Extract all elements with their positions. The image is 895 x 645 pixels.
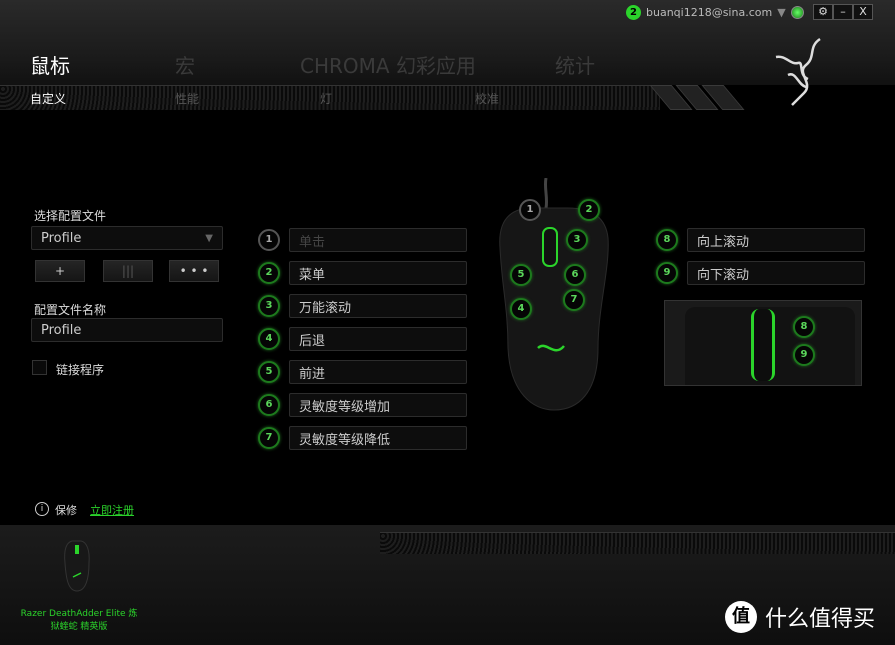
mouse-callout-1[interactable]: 1 <box>519 199 541 221</box>
button-number-badge[interactable]: 7 <box>258 427 280 449</box>
more-options-button[interactable]: • • • <box>169 260 219 282</box>
user-email: buanqi1218@sina.com <box>646 6 773 19</box>
mouse-callout-5[interactable]: 5 <box>510 264 532 286</box>
watermark-logo-icon: 值 <box>725 601 757 633</box>
button-assignment-3[interactable]: 万能滚动 <box>289 294 467 318</box>
button-assignment-6[interactable]: 灵敏度等级增加 <box>289 393 467 417</box>
close-button[interactable]: X <box>853 4 873 20</box>
profile-dropdown[interactable]: Profile ▼ <box>31 226 223 250</box>
button-number-badge[interactable]: 5 <box>258 361 280 383</box>
subtab-calibration[interactable]: 校准 <box>475 90 499 107</box>
tab-stats[interactable]: 统计 <box>555 50 595 79</box>
tab-macro[interactable]: 宏 <box>175 50 195 79</box>
subtab-customize[interactable]: 自定义 <box>30 90 66 107</box>
mouse-callout-9[interactable]: 9 <box>793 344 815 366</box>
button-assignment-2[interactable]: 菜单 <box>289 261 467 285</box>
register-link[interactable]: 立即注册 <box>90 502 134 518</box>
button-number-badge[interactable]: 8 <box>656 229 678 251</box>
mouse-callout-8[interactable]: 8 <box>793 316 815 338</box>
profile-name-value: Profile <box>41 322 82 338</box>
button-assignment-4[interactable]: 后退 <box>289 327 467 351</box>
button-assignment-7[interactable]: 灵敏度等级降低 <box>289 426 467 450</box>
button-number-badge[interactable]: 4 <box>258 328 280 350</box>
status-icon[interactable] <box>790 6 804 19</box>
button-number-badge[interactable]: 2 <box>258 262 280 284</box>
info-icon: i <box>35 502 49 516</box>
razer-logo <box>775 37 821 106</box>
user-account[interactable]: 2 buanqi1218@sina.com ▼ <box>626 5 804 20</box>
delete-profile-button[interactable]: ||| <box>103 260 153 282</box>
chevron-down-icon: ▼ <box>205 232 213 244</box>
mouse-callout-6[interactable]: 6 <box>564 264 586 286</box>
link-program-checkbox[interactable] <box>32 360 47 375</box>
notification-badge[interactable]: 2 <box>626 5 641 20</box>
button-number-badge[interactable]: 1 <box>258 229 280 251</box>
subtab-performance[interactable]: 性能 <box>175 90 199 107</box>
subtab-lighting[interactable]: 灯 <box>320 90 332 107</box>
add-profile-button[interactable]: + <box>35 260 85 282</box>
decor-strip <box>380 532 895 554</box>
device-name[interactable]: Razer DeathAdder Elite 炼狱蝰蛇 精英版 <box>20 608 138 634</box>
button-assignment-5[interactable]: 前进 <box>289 360 467 384</box>
profile-name-input[interactable]: Profile <box>31 318 223 342</box>
button-assignment-9[interactable]: 向下滚动 <box>687 261 865 285</box>
minimize-button[interactable]: – <box>833 4 853 20</box>
device-thumbnail[interactable] <box>62 533 92 595</box>
button-assignment-8[interactable]: 向上滚动 <box>687 228 865 252</box>
button-number-badge[interactable]: 3 <box>258 295 280 317</box>
watermark-text: 什么值得买 <box>765 607 876 632</box>
tab-mouse[interactable]: 鼠标 <box>30 50 70 79</box>
scroll-wheel-closeup <box>664 300 862 386</box>
mouse-callout-2[interactable]: 2 <box>578 199 600 221</box>
mouse-callout-3[interactable]: 3 <box>566 229 588 251</box>
warranty-label: 保修 <box>55 504 77 517</box>
tab-chroma[interactable]: CHROMA 幻彩应用 <box>300 50 476 79</box>
link-program-label: 链接程序 <box>56 363 105 377</box>
settings-button[interactable]: ⚙ <box>813 4 833 20</box>
select-profile-label: 选择配置文件 <box>34 209 107 223</box>
profile-selected: Profile <box>41 230 82 246</box>
button-assignment-1[interactable]: 单击 <box>289 228 467 252</box>
mouse-callout-4[interactable]: 4 <box>510 298 532 320</box>
dropdown-arrow-icon[interactable]: ▼ <box>777 6 785 19</box>
button-number-badge[interactable]: 9 <box>656 262 678 284</box>
watermark: 值 什么值得买 <box>725 601 875 633</box>
mouse-callout-7[interactable]: 7 <box>563 289 585 311</box>
profile-name-label: 配置文件名称 <box>34 303 107 317</box>
button-number-badge[interactable]: 6 <box>258 394 280 416</box>
gear-icon: ⚙ <box>818 5 828 18</box>
